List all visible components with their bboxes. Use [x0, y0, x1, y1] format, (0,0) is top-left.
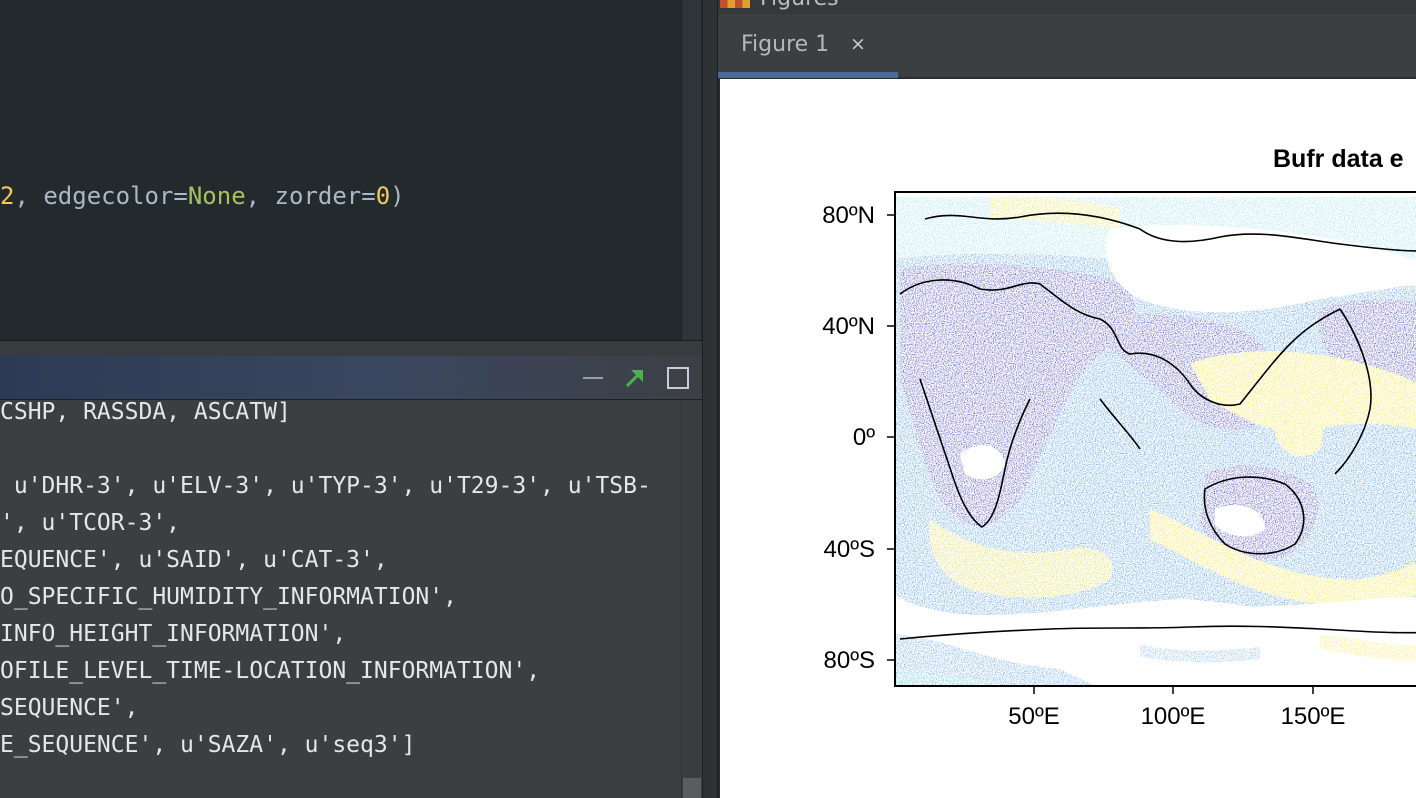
x-tick-label: 100ºE — [1141, 703, 1206, 730]
console-scroll-thumb[interactable] — [683, 778, 701, 798]
code-token: ) — [390, 182, 405, 210]
figure-canvas: Bufr data e 80ºN 40ºN 0º 40ºS 80ºS 50ºE … — [718, 79, 1416, 798]
code-token: , zorder= — [245, 182, 376, 210]
console-line: INFO_HEIGHT_INFORMATION', — [0, 621, 347, 647]
console-line: O_SPECIFIC_HUMIDITY_INFORMATION', — [0, 584, 457, 610]
console-line: ', u'TCOR-3', — [0, 510, 181, 536]
tab-figure-1-label: Figure 1 — [741, 32, 830, 57]
y-tick-label: 40ºN — [822, 313, 875, 340]
figures-pane-title: Figures — [760, 0, 839, 11]
console-line: CSHP, RASSDA, ASCATW] — [0, 399, 291, 425]
console-line: SEQUENCE', — [0, 695, 139, 721]
y-tick-label: 80ºN — [822, 202, 875, 229]
detach-arrow-icon — [625, 370, 643, 388]
figures-chart-icon — [720, 0, 750, 8]
console-line: u'DHR-3', u'ELV-3', u'TYP-3', u'T29-3', … — [0, 473, 651, 499]
x-axis: 50ºE 100ºE 150ºE — [1008, 686, 1345, 730]
figure-tab-bar: Figure 1 × — [718, 14, 1416, 78]
code-token: 0 — [375, 182, 391, 210]
y-axis: 80ºN 40ºN 0º 40ºS 80ºS — [822, 202, 895, 674]
code-editor[interactable]: 2, edgecolor=None, zorder=0) — [0, 0, 702, 340]
code-line[interactable]: 2, edgecolor=None, zorder=0) — [0, 181, 405, 211]
y-tick-label: 80ºS — [824, 647, 875, 674]
console-scrollbar[interactable] — [681, 400, 701, 798]
maximize-button[interactable] — [665, 365, 691, 391]
tab-figure-1[interactable]: Figure 1 × — [718, 14, 898, 78]
y-tick-label: 0º — [853, 424, 875, 451]
pane-splitter[interactable] — [702, 0, 718, 798]
figures-pane-titlebar: Figures — [718, 0, 1416, 14]
observation-density-layer — [895, 196, 1416, 686]
console-line: OFILE_LEVEL_TIME-LOCATION_INFORMATION', — [0, 658, 541, 684]
code-token: 2 — [0, 182, 15, 210]
x-tick-label: 50ºE — [1008, 703, 1059, 730]
console-line: E_SEQUENCE', u'SAZA', u'seq3'] — [0, 732, 416, 758]
console-output[interactable]: CSHP, RASSDA, ASCATW] u'DHR-3', u'ELV-3'… — [0, 399, 702, 798]
detach-button[interactable] — [622, 365, 648, 391]
y-tick-label: 40ºS — [824, 536, 875, 563]
minimize-button[interactable] — [580, 365, 606, 391]
active-tab-indicator — [718, 72, 898, 78]
editor-scrollbar[interactable] — [681, 0, 701, 340]
close-icon[interactable]: × — [850, 33, 866, 55]
code-token: None — [187, 182, 246, 210]
code-token: , edgecolor= — [14, 182, 188, 210]
world-map-plot: 80ºN 40ºN 0º 40ºS 80ºS 50ºE 100ºE 150ºE — [822, 191, 1416, 730]
console-line: EQUENCE', u'SAID', u'CAT-3', — [0, 547, 388, 573]
split-divider[interactable] — [0, 340, 702, 356]
x-tick-label: 150ºE — [1281, 703, 1346, 730]
